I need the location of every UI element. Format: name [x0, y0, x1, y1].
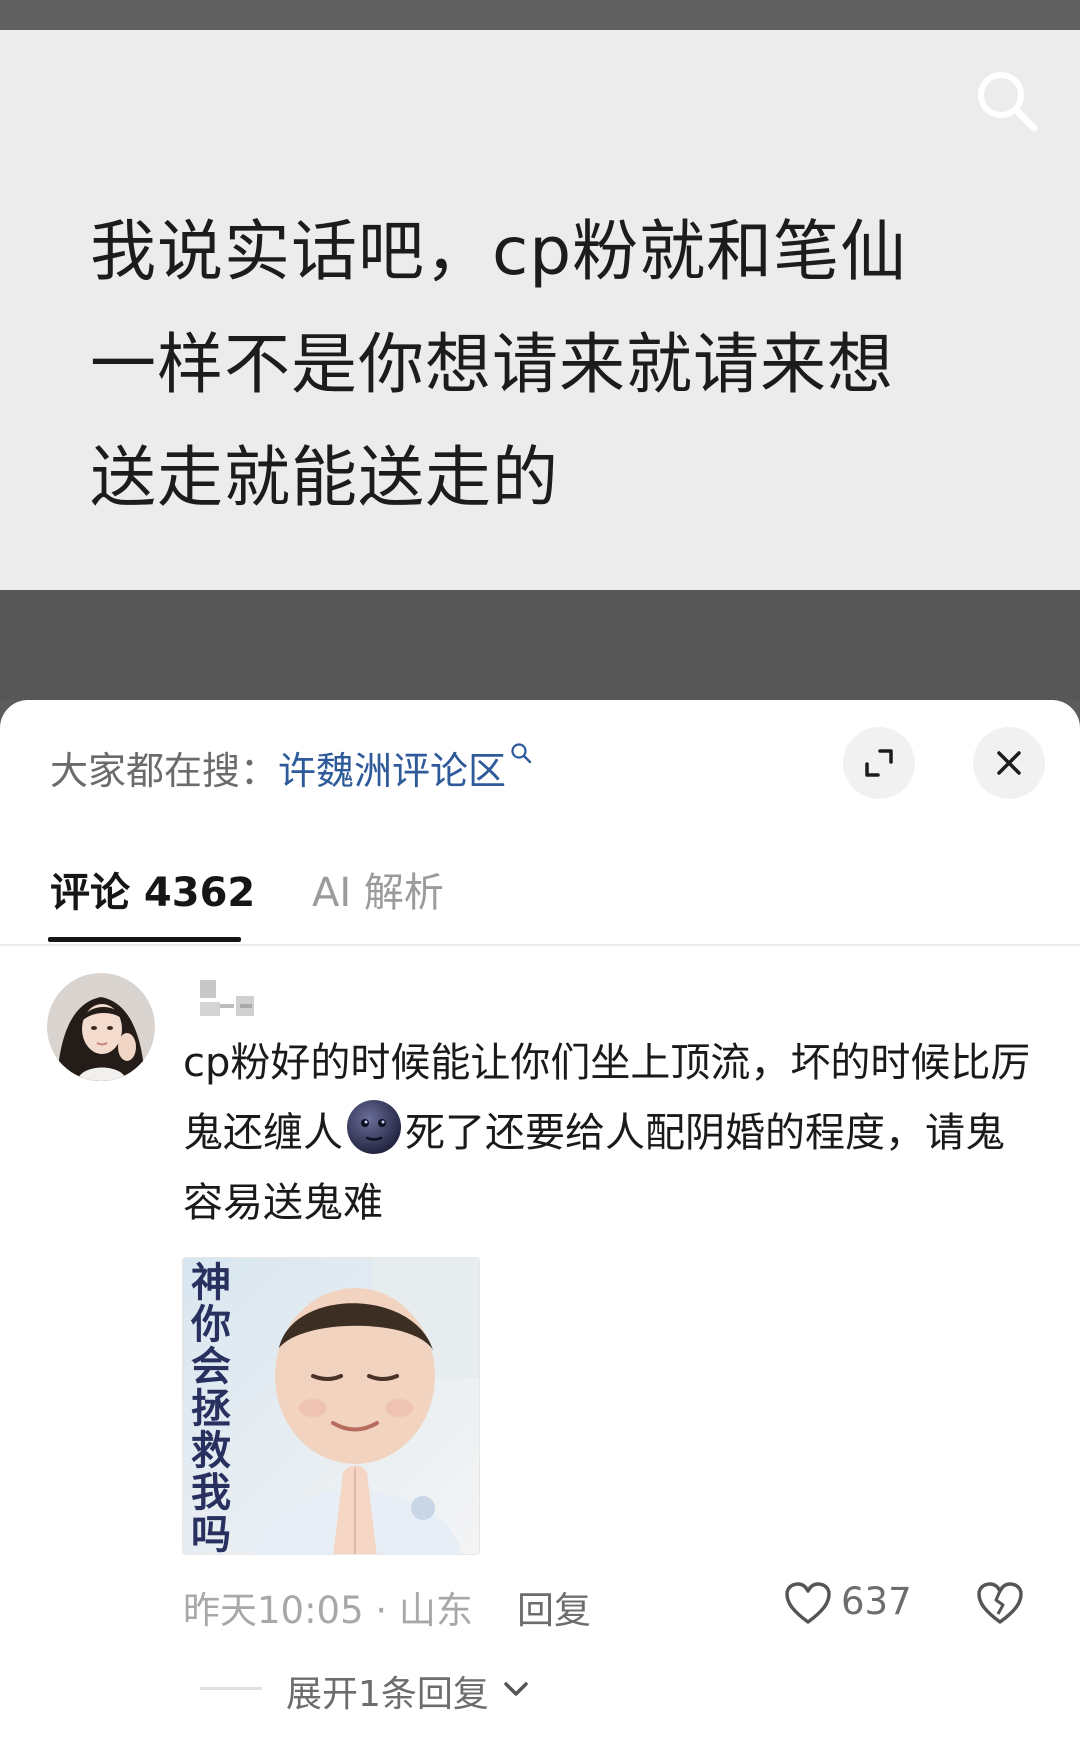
chevron-down-icon: [504, 1682, 528, 1696]
divider: [0, 944, 1080, 946]
backdrop: [0, 590, 1080, 700]
hot-search-bar[interactable]: 大家都在搜：许魏洲评论区: [50, 740, 532, 795]
divider: [200, 1687, 262, 1690]
svg-text:我: 我: [191, 1469, 231, 1516]
broken-heart-icon[interactable]: [975, 1580, 1025, 1626]
close-icon: [997, 751, 1021, 775]
tab-comments[interactable]: 评论 4362: [50, 860, 255, 918]
search-icon: [511, 743, 532, 764]
expand-icon: [865, 749, 893, 777]
video-content[interactable]: 我说实话吧，cp粉就和笔仙 一样不是你想请来就请来想 送走就能送走的: [0, 30, 1080, 590]
hot-search-label: 大家都在搜：: [50, 749, 279, 793]
reply-button[interactable]: 回复: [517, 1580, 591, 1634]
comment-sheet: 大家都在搜：许魏洲评论区 评论 4362 AI 解析 cp粉好的时候能让你们坐上…: [0, 700, 1080, 1755]
video-text-line: 一样不是你想请来就请来想: [90, 326, 894, 403]
video-text-line: 我说实话吧，cp粉就和笔仙: [90, 213, 908, 290]
video-caption-text: 我说实话吧，cp粉就和笔仙 一样不是你想请来就请来想 送走就能送走的: [90, 195, 990, 534]
comment-image[interactable]: 神 你 会 拯 救 我 吗: [182, 1257, 480, 1555]
heart-icon[interactable]: [783, 1580, 833, 1626]
comment-body: cp粉好的时候能让你们坐上顶流，坏的时候比厉鬼还缠人 死了还要给人配阴婚的程度，…: [183, 1028, 1033, 1238]
moon-face-icon: [347, 1100, 401, 1154]
video-text-line: 送走就能送走的: [90, 439, 559, 516]
status-strip: [0, 0, 1080, 30]
search-icon[interactable]: [972, 66, 1042, 136]
hot-search-term[interactable]: 许魏洲评论区: [278, 749, 506, 793]
meme-caption: 神: [191, 1259, 231, 1306]
comment-time-location: 昨天10:05 · 山东: [183, 1589, 473, 1632]
comment-meta: 昨天10:05 · 山东 回复 637: [183, 1580, 1043, 1640]
svg-text:拯: 拯: [191, 1385, 231, 1432]
avatar[interactable]: [47, 973, 155, 1081]
expand-replies-label: 展开1条回复: [286, 1674, 489, 1715]
fullscreen-button[interactable]: [843, 727, 915, 799]
svg-text:会: 会: [191, 1343, 231, 1390]
svg-text:救: 救: [191, 1427, 231, 1474]
active-tab-indicator: [48, 937, 241, 942]
close-button[interactable]: [973, 727, 1045, 799]
comment-tabs: 评论 4362 AI 解析: [50, 860, 1050, 940]
like-count: 637: [841, 1580, 912, 1623]
expand-replies-button[interactable]: 展开1条回复: [200, 1665, 800, 1715]
username-redacted[interactable]: [198, 978, 262, 1018]
svg-text:吗: 吗: [191, 1511, 231, 1555]
tab-ai-analysis[interactable]: AI 解析: [312, 860, 444, 918]
svg-text:你: 你: [190, 1301, 231, 1348]
